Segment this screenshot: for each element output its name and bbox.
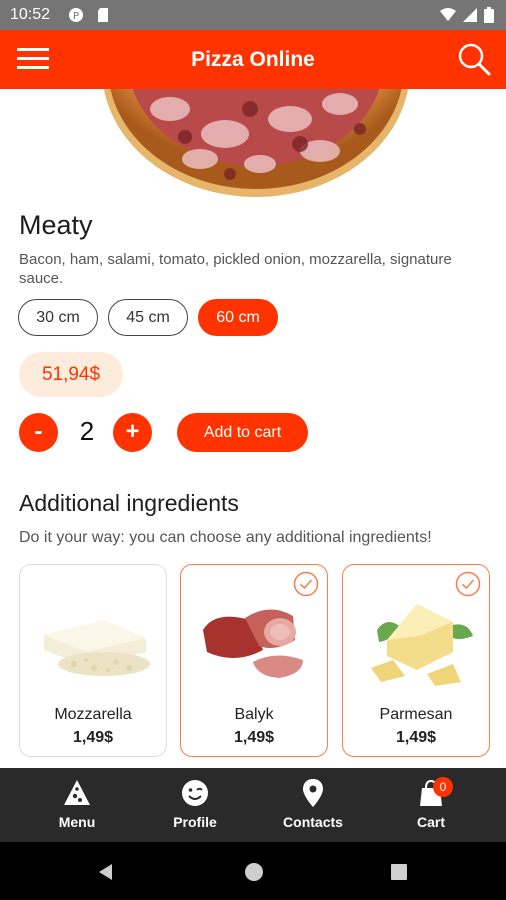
ingredient-name: Parmesan: [379, 706, 453, 723]
app-title: Pizza Online: [191, 48, 315, 71]
additional-ingredients-subtitle: Do it your way: you can choose any addit…: [19, 529, 432, 546]
smiley-icon: [182, 780, 208, 806]
nav-item-menu[interactable]: Menu: [14, 768, 140, 842]
app-notification-icon: P: [69, 8, 83, 22]
additional-ingredients-title: Additional ingredients: [19, 490, 239, 516]
pizza-slice-icon: [64, 780, 90, 805]
location-pin-icon: [303, 779, 323, 807]
ingredient-card-balyk[interactable]: Balyk 1,49$: [180, 564, 328, 757]
recents-icon[interactable]: [390, 863, 408, 881]
bottom-navigation: Menu Profile Contacts 0 Cart: [0, 768, 506, 842]
sd-card-icon: [98, 8, 108, 22]
ingredient-card-mozzarella[interactable]: Mozzarella 1,49$: [19, 564, 167, 757]
add-to-cart-button[interactable]: Add to cart: [177, 413, 308, 452]
nav-label: Menu: [58, 814, 96, 830]
nav-label: Contacts: [283, 814, 343, 830]
pizza-image: [0, 89, 506, 199]
ingredient-price: 1,49$: [72, 729, 114, 746]
nav-label: Cart: [416, 814, 445, 830]
product-description: Bacon, ham, salami, tomato, pickled onio…: [19, 251, 452, 287]
product-name: Meaty: [19, 210, 93, 240]
size-option-45cm[interactable]: 45 cm: [108, 299, 188, 336]
nav-label: Profile: [173, 814, 217, 830]
decrease-quantity-button[interactable]: -: [19, 413, 58, 452]
search-icon[interactable]: [456, 41, 492, 77]
ingredient-card-parmesan[interactable]: Parmesan 1,49$: [342, 564, 490, 757]
mozzarella-image: [44, 620, 150, 676]
parmesan-image: [371, 604, 473, 686]
ingredient-price: 1,49$: [233, 729, 275, 746]
status-time: 10:52: [10, 6, 51, 23]
battery-icon: [484, 7, 494, 23]
ingredient-name: Balyk: [234, 706, 274, 723]
nav-item-cart[interactable]: 0 Cart: [368, 768, 494, 842]
home-icon[interactable]: [244, 862, 264, 882]
wifi-icon: [440, 8, 456, 21]
app-bar: Pizza Online: [0, 30, 506, 89]
price-badge: 51,94$: [19, 352, 123, 397]
back-icon[interactable]: [96, 862, 116, 882]
system-navigation-bar: [0, 842, 506, 900]
cart-count-badge: 0: [433, 777, 453, 797]
nav-item-contacts[interactable]: Contacts: [250, 768, 376, 842]
ingredient-price: 1,49$: [395, 729, 437, 746]
ingredient-name: Mozzarella: [54, 706, 132, 723]
increase-quantity-button[interactable]: +: [113, 413, 152, 452]
signal-icon: [463, 8, 477, 22]
quantity-value: 2: [79, 416, 95, 446]
size-option-60cm[interactable]: 60 cm: [198, 299, 278, 336]
status-bar: 10:52 P: [0, 0, 506, 30]
nav-item-profile[interactable]: Profile: [132, 768, 258, 842]
balyk-image: [203, 609, 303, 678]
svg-text:P: P: [73, 11, 79, 22]
size-option-30cm[interactable]: 30 cm: [18, 299, 98, 336]
